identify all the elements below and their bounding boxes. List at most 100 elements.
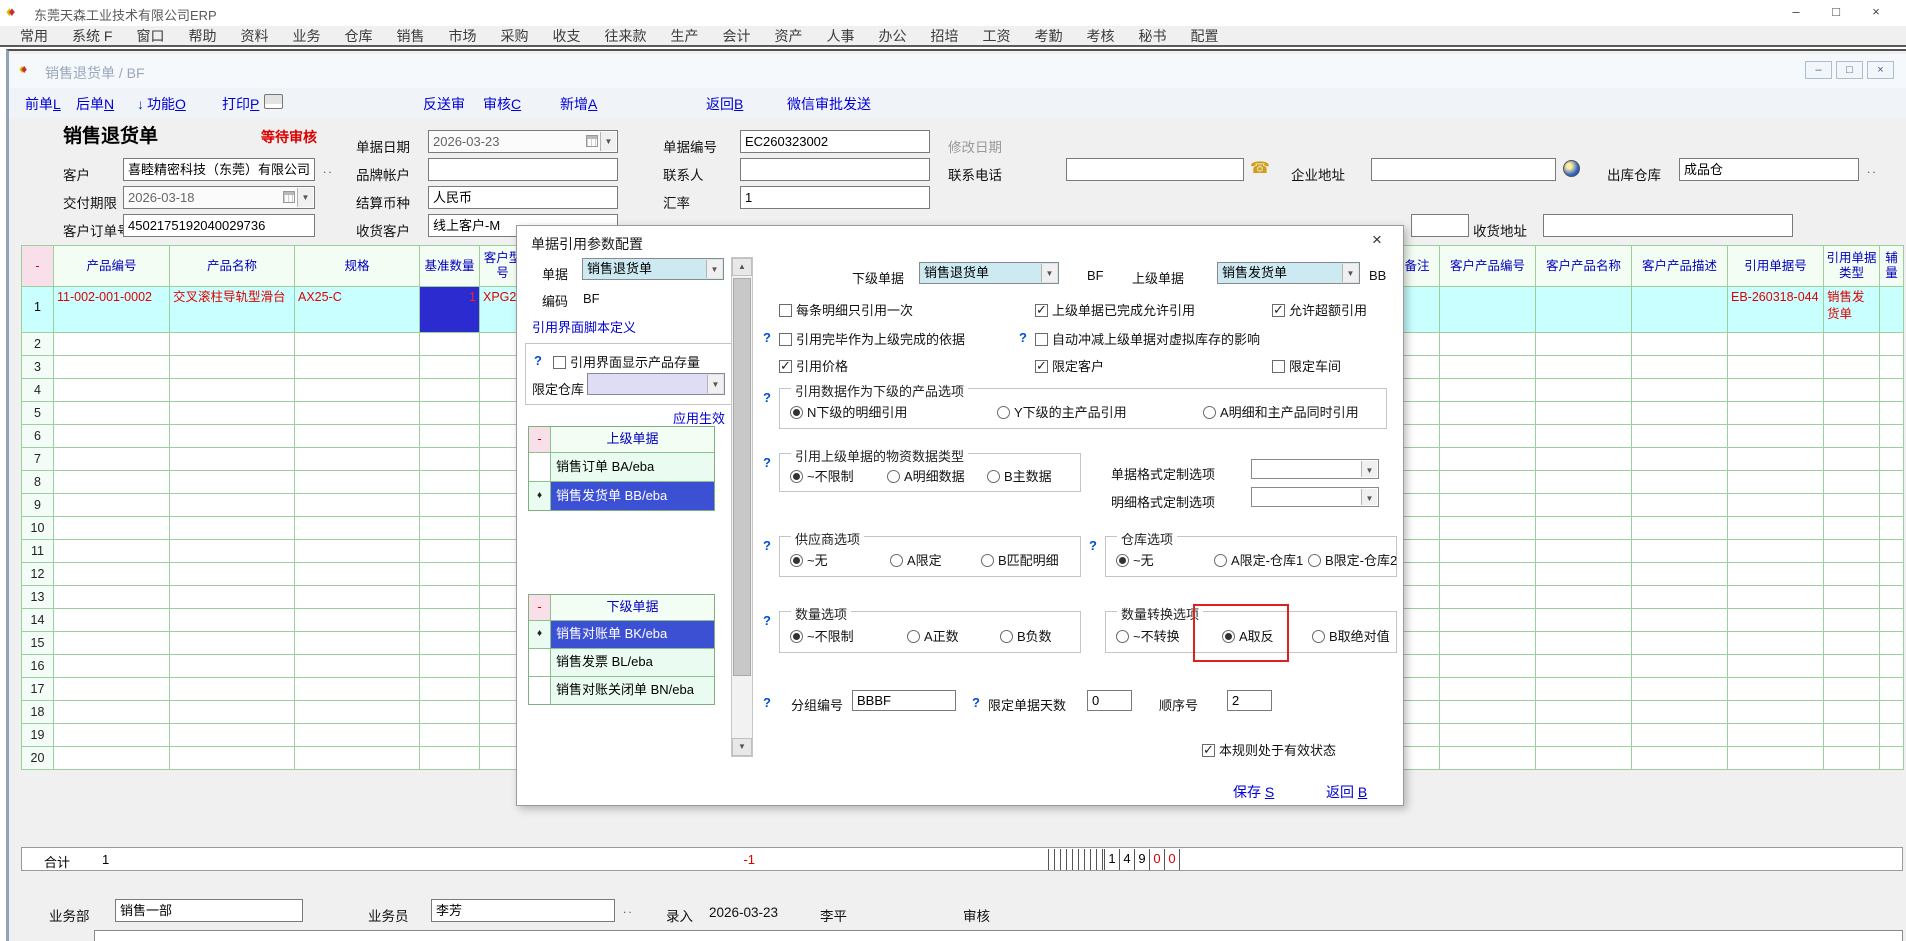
help-icon[interactable]: ? (763, 330, 771, 345)
limit-days-field[interactable]: 0 (1087, 690, 1132, 711)
apply-link[interactable]: 应用生效 (673, 408, 725, 427)
empty-cell[interactable] (295, 747, 420, 770)
empty-cell[interactable] (1536, 402, 1632, 425)
empty-cell[interactable] (1536, 471, 1632, 494)
empty-cell[interactable] (1880, 517, 1904, 540)
row1-cell-8[interactable] (1440, 287, 1536, 333)
doc-restore-icon[interactable]: □ (1836, 61, 1863, 79)
empty-cell[interactable] (54, 678, 170, 701)
empty-cell[interactable] (1824, 747, 1880, 770)
radio-warehouse-1[interactable]: A限定-仓库1 (1214, 550, 1303, 569)
sequence-field[interactable]: 2 (1227, 690, 1272, 711)
empty-cell[interactable] (1824, 333, 1880, 356)
empty-cell[interactable] (1880, 747, 1904, 770)
lower-doc-combo[interactable]: 销售退货单▼ (919, 262, 1059, 284)
empty-cell[interactable] (1728, 379, 1824, 402)
radio-qty-2[interactable]: B负数 (1000, 626, 1052, 645)
empty-cell[interactable] (295, 655, 420, 678)
empty-cell[interactable] (1536, 356, 1632, 379)
empty-cell[interactable] (1824, 425, 1880, 448)
dialog-checkbox-4[interactable]: 自动冲减上级单据对虚拟库存的影响 (1035, 329, 1260, 348)
empty-cell[interactable] (295, 701, 420, 724)
help-icon[interactable]: ? (763, 613, 771, 628)
empty-cell[interactable] (170, 678, 295, 701)
empty-cell[interactable] (170, 333, 295, 356)
empty-cell[interactable] (1440, 402, 1536, 425)
empty-cell[interactable] (170, 379, 295, 402)
empty-cell[interactable] (1824, 540, 1880, 563)
empty-cell[interactable] (1728, 724, 1824, 747)
salesman-lookup-button[interactable]: .. (623, 902, 634, 916)
salesman-field[interactable]: 李芳 (431, 899, 615, 922)
empty-cell[interactable] (54, 333, 170, 356)
empty-cell[interactable] (1880, 609, 1904, 632)
dept-field[interactable]: 销售一部 (115, 899, 303, 922)
chevron-down-icon[interactable]: ▼ (706, 260, 722, 278)
menu-item-20[interactable]: 考核 (1074, 26, 1126, 46)
scroll-up-icon[interactable]: ▲ (732, 258, 752, 276)
globe-icon[interactable] (1563, 160, 1580, 177)
empty-cell[interactable] (1632, 494, 1728, 517)
row-selector[interactable]: 11 (22, 540, 54, 563)
scroll-down-icon[interactable]: ▼ (732, 738, 752, 756)
empty-cell[interactable] (1728, 471, 1824, 494)
save-button[interactable]: 保存 S (1233, 782, 1274, 802)
lower-doc-item-2[interactable]: 销售对账关闭单 BN/eba (529, 677, 714, 704)
empty-cell[interactable] (1440, 609, 1536, 632)
empty-cell[interactable] (295, 609, 420, 632)
row-selector[interactable]: 10 (22, 517, 54, 540)
dialog-checkbox-2[interactable]: 允许超额引用 (1272, 300, 1367, 319)
help-icon[interactable]: ? (972, 695, 980, 710)
empty-cell[interactable] (1632, 609, 1728, 632)
radio-qty_convert-2[interactable]: B取绝对值 (1312, 626, 1390, 645)
empty-cell[interactable] (1440, 563, 1536, 586)
empty-cell[interactable] (1728, 448, 1824, 471)
empty-cell[interactable] (1824, 402, 1880, 425)
row1-cell-4[interactable]: 1 (420, 287, 480, 333)
empty-cell[interactable] (1440, 448, 1536, 471)
empty-cell[interactable] (54, 563, 170, 586)
empty-cell[interactable] (170, 356, 295, 379)
empty-cell[interactable] (1440, 517, 1536, 540)
help-icon[interactable]: ? (1089, 538, 1097, 553)
empty-cell[interactable] (420, 632, 480, 655)
row-selector[interactable]: 4 (22, 379, 54, 402)
empty-cell[interactable] (1632, 356, 1728, 379)
upper-doc-combo[interactable]: 销售发货单▼ (1217, 262, 1360, 284)
empty-cell[interactable] (1632, 517, 1728, 540)
empty-cell[interactable] (1440, 333, 1536, 356)
empty-cell[interactable] (1632, 540, 1728, 563)
next-doc-button[interactable]: 后单N (76, 94, 114, 114)
empty-cell[interactable] (420, 724, 480, 747)
empty-cell[interactable] (1440, 356, 1536, 379)
empty-cell[interactable] (1632, 402, 1728, 425)
row-selector[interactable]: 14 (22, 609, 54, 632)
empty-cell[interactable] (1440, 379, 1536, 402)
empty-cell[interactable] (54, 425, 170, 448)
empty-cell[interactable] (1880, 471, 1904, 494)
empty-cell[interactable] (1632, 678, 1728, 701)
empty-cell[interactable] (1440, 701, 1536, 724)
empty-cell[interactable] (1728, 655, 1824, 678)
radio-product-1[interactable]: Y下级的主产品引用 (997, 402, 1127, 421)
help-icon[interactable]: ? (763, 695, 771, 710)
empty-cell[interactable] (1632, 586, 1728, 609)
empty-cell[interactable] (1728, 563, 1824, 586)
empty-cell[interactable] (1632, 448, 1728, 471)
empty-cell[interactable] (420, 517, 480, 540)
empty-cell[interactable] (1536, 494, 1632, 517)
empty-cell[interactable] (295, 724, 420, 747)
scrollbar-thumb[interactable] (733, 278, 751, 676)
empty-cell[interactable] (170, 425, 295, 448)
empty-cell[interactable] (1440, 540, 1536, 563)
empty-cell[interactable] (54, 655, 170, 678)
empty-cell[interactable] (420, 448, 480, 471)
back-button[interactable]: 返回B (706, 94, 743, 114)
dialog-checkbox-1[interactable]: 上级单据已完成允许引用 (1035, 300, 1195, 319)
empty-cell[interactable] (170, 448, 295, 471)
empty-cell[interactable] (1440, 747, 1536, 770)
row1-cell-1[interactable]: 11-002-001-0002 (54, 287, 170, 333)
empty-cell[interactable] (170, 655, 295, 678)
empty-cell[interactable] (1536, 586, 1632, 609)
delivery-date-field[interactable]: 2026-03-18▼ (123, 186, 315, 209)
